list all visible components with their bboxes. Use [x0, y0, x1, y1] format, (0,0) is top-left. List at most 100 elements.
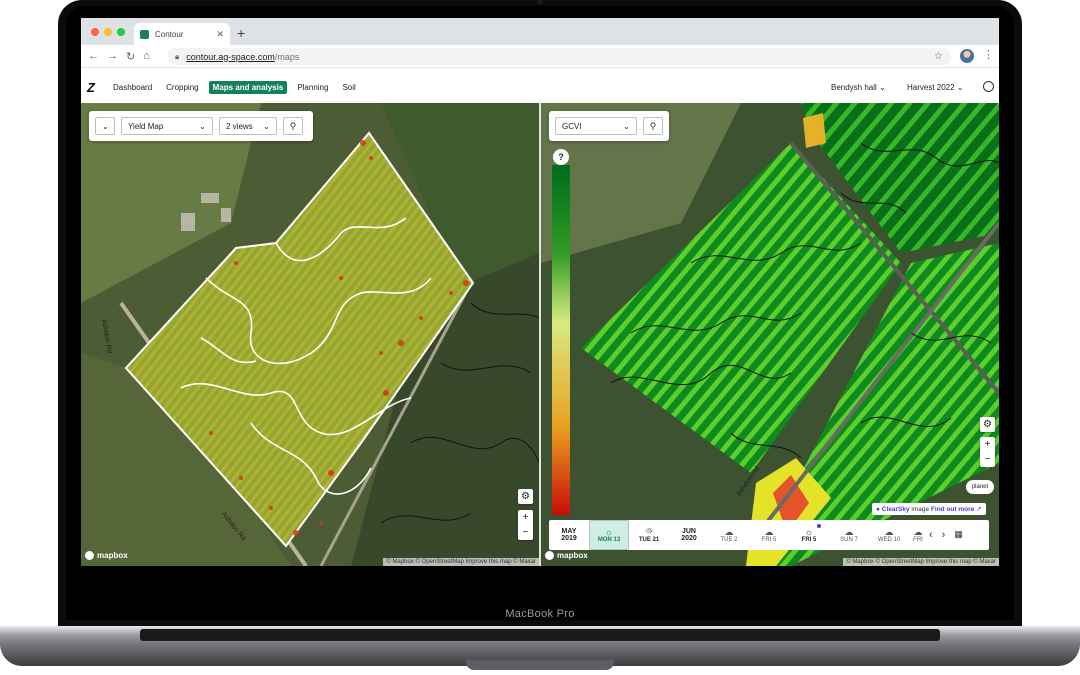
chevron-down-icon: ⌄ — [956, 83, 964, 92]
map-attribution[interactable]: © Mapbox © OpenStreetMap Improve this ma… — [383, 558, 539, 566]
zoom-out-button[interactable]: − — [518, 525, 533, 540]
chevron-left-icon[interactable]: ‹ — [929, 529, 933, 541]
home-icon[interactable]: ⌂ — [143, 50, 150, 63]
mapbox-icon — [545, 551, 554, 560]
nav-dashboard[interactable]: Dashboard — [109, 81, 156, 94]
panel-menu-dropdown[interactable]: ⌄ — [95, 117, 115, 135]
app-logo[interactable]: Z — [87, 80, 95, 95]
timeline-day-fri-5[interactable]: ☁︎ FRI 5 — [749, 520, 789, 550]
timeline-day-label: TUE 2 — [720, 537, 738, 543]
clearsky-name: ClearSky — [881, 506, 910, 513]
timeline-day-label: SUN 7 — [840, 537, 858, 543]
keyboard-strip — [140, 629, 940, 641]
nav-maps-and-analysis[interactable]: Maps and analysis — [208, 81, 288, 94]
nav-cropping[interactable]: Cropping — [162, 81, 202, 94]
legend-help-button[interactable]: ? — [553, 149, 569, 165]
timeline-month-jun-2020[interactable]: JUN 2020 — [669, 520, 709, 550]
browser-tab-bar: Contour ✕ + — [81, 18, 999, 45]
forward-arrow-icon[interactable]: → — [107, 50, 118, 63]
right-map-toolbar: GCVI ⌄ ⚲ — [549, 111, 669, 141]
user-account-icon[interactable] — [983, 81, 994, 92]
timeline-day-fri[interactable]: ☁︎ FRI — [909, 520, 927, 550]
mapbox-brand: mapbox — [97, 551, 128, 560]
main-nav: Dashboard Cropping Maps and analysis Pla… — [109, 81, 360, 94]
nav-planning[interactable]: Planning — [293, 81, 332, 94]
tab-title: Contour — [155, 29, 184, 39]
lock-icon: 🔒︎ — [175, 51, 180, 61]
timeline-day-tue-2[interactable]: ☁︎ TUE 2 — [709, 520, 749, 550]
screen: Contour ✕ + ← → ↻ ⌂ 🔒︎ contour.ag-space.… — [81, 18, 999, 566]
layer-select[interactable]: Yield Map ⌄ — [121, 117, 213, 135]
gear-icon[interactable]: ⚙ — [980, 417, 995, 432]
gcvi-map-canvas[interactable] — [541, 103, 999, 566]
external-link-icon[interactable]: ↗ — [976, 506, 981, 513]
timeline-day-wed-10[interactable]: ☁︎ WED 10 — [869, 520, 909, 550]
app-header: Z Dashboard Cropping Maps and analysis P… — [81, 68, 999, 103]
maximize-window-button[interactable] — [117, 28, 125, 36]
calendar-icon[interactable]: ▦ — [954, 529, 963, 541]
index-select[interactable]: GCVI ⌄ — [555, 117, 637, 135]
chevron-down-icon: ⌄ — [879, 83, 886, 92]
farm-selector[interactable]: Bendysh hall ⌄ — [831, 83, 886, 92]
binoculars-icon[interactable]: ⚲ — [643, 117, 663, 135]
timeline-day-label: TUE 21 — [638, 537, 660, 543]
url-path: /maps — [274, 51, 300, 62]
star-icon[interactable]: ☆ — [934, 51, 943, 62]
timeline-day-sun-7[interactable]: ☁︎ SUN 7 — [829, 520, 869, 550]
cloud-icon: ☁︎ — [764, 527, 774, 537]
minimize-window-button[interactable] — [104, 28, 112, 36]
gear-icon[interactable]: ⚙ — [518, 489, 533, 504]
mapbox-logo: mapbox — [545, 551, 588, 560]
chevron-down-icon: ⌄ — [102, 121, 109, 131]
timeline-day-fri-5-new[interactable]: ☼ FRI 5 — [789, 520, 829, 550]
laptop-notch — [466, 660, 614, 670]
timeline-month: JUN — [681, 528, 696, 535]
zoom-controls: + − — [980, 437, 995, 467]
close-tab-icon[interactable]: ✕ — [216, 29, 224, 40]
address-bar[interactable]: 🔒︎ contour.ag-space.com /maps ☆ — [167, 48, 951, 65]
timeline-month-may-2019[interactable]: MAY 2019 — [549, 520, 589, 550]
chevron-down-icon: ⌄ — [623, 121, 630, 131]
sun-icon: ☼ — [804, 527, 814, 537]
profile-avatar[interactable] — [960, 49, 974, 63]
clearsky-text: image — [911, 506, 930, 513]
browser-tab[interactable]: Contour ✕ — [134, 23, 230, 45]
yield-map-panel[interactable]: ⌄ Yield Map ⌄ 2 views ⌄ ⚲ Ashdon Rd Ashd… — [81, 103, 539, 566]
nav-soil[interactable]: Soil — [338, 81, 359, 94]
nav-buttons: ← → ↻ ⌂ — [88, 50, 150, 63]
find-out-more-link[interactable]: Find out more — [931, 506, 974, 513]
kebab-menu-icon[interactable]: ⋮ — [983, 48, 994, 61]
timeline-nav: ‹ › ▦ — [929, 529, 963, 541]
mapbox-logo: mapbox — [85, 551, 128, 560]
views-select[interactable]: 2 views ⌄ — [219, 117, 277, 135]
gcvi-map-panel[interactable]: GCVI ⌄ ⚲ ? Ashdon Rd ⚙ + − planet ● Clea… — [541, 103, 999, 566]
cloud-icon: ☁︎ — [884, 527, 894, 537]
zoom-out-button[interactable]: − — [980, 452, 995, 467]
zoom-in-button[interactable]: + — [518, 510, 533, 525]
binoculars-icon[interactable]: ⚲ — [283, 117, 303, 135]
season-name: Harvest 2022 — [907, 83, 955, 92]
season-selector[interactable]: Harvest 2022 ⌄ — [907, 83, 964, 92]
chevron-right-icon[interactable]: › — [942, 529, 946, 541]
left-map-toolbar: ⌄ Yield Map ⌄ 2 views ⌄ ⚲ — [89, 111, 313, 141]
layer-select-value: Yield Map — [128, 121, 164, 131]
yield-map-canvas[interactable] — [81, 103, 539, 566]
gcvi-color-legend — [552, 165, 570, 515]
timeline-day-mon-13[interactable]: ☼ MON 13 — [589, 520, 629, 550]
cloud-icon: ☁︎ — [913, 527, 923, 537]
back-arrow-icon[interactable]: ← — [88, 50, 99, 63]
timeline-day-label: FRI 5 — [801, 537, 817, 543]
browser-toolbar: ← → ↻ ⌂ 🔒︎ contour.ag-space.com /maps ☆ … — [81, 45, 999, 68]
timeline-year: 2019 — [561, 535, 577, 542]
views-select-value: 2 views — [226, 121, 253, 131]
reload-icon[interactable]: ↻ — [126, 50, 135, 63]
timeline-day-tue-21[interactable]: ⛅︎ TUE 21 — [629, 520, 669, 550]
index-select-value: GCVI — [562, 121, 582, 131]
zoom-in-button[interactable]: + — [980, 437, 995, 452]
new-image-dot — [817, 524, 821, 528]
cloud-icon: ☁︎ — [724, 527, 734, 537]
close-window-button[interactable] — [91, 28, 99, 36]
sun-icon: ☼ — [604, 527, 614, 537]
new-tab-button[interactable]: + — [237, 25, 245, 41]
map-attribution[interactable]: © Mapbox © OpenStreetMap Improve this ma… — [843, 558, 999, 566]
